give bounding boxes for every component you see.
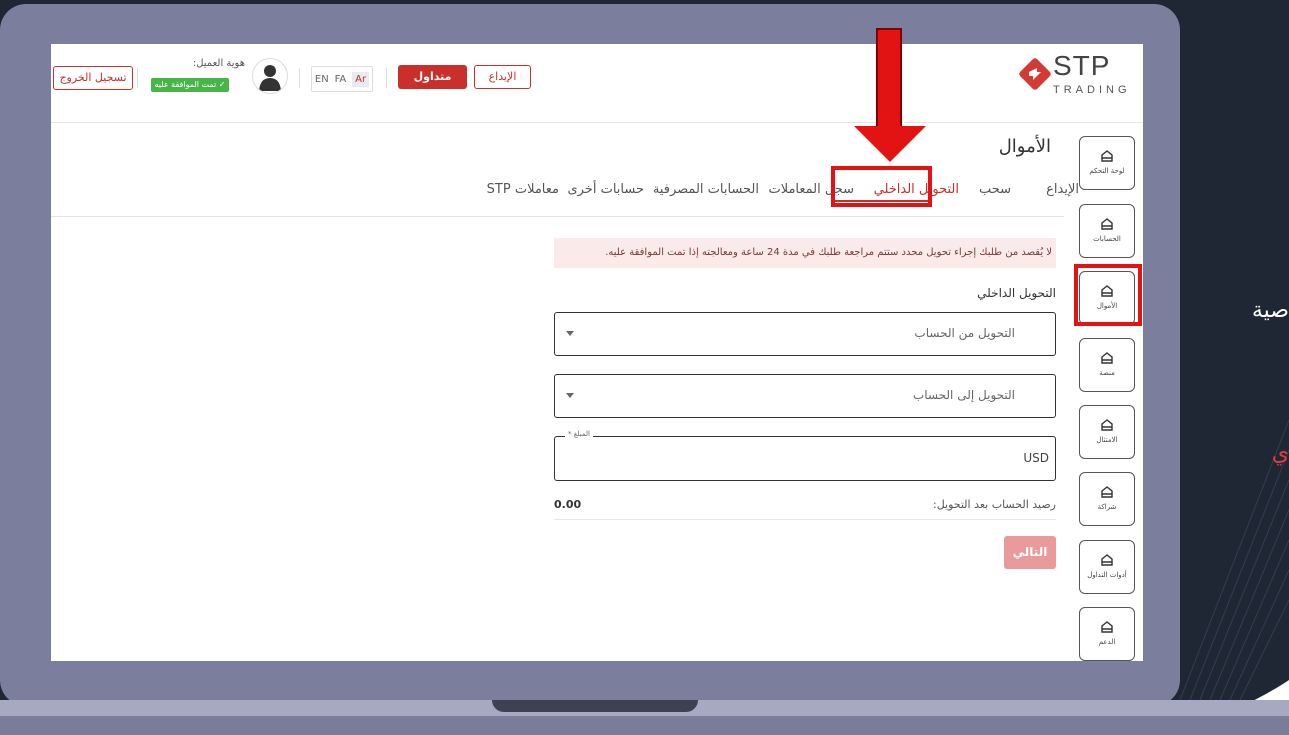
lang-en[interactable]: EN [315, 74, 329, 85]
from-account-placeholder: التحويل من الحساب [914, 326, 1015, 340]
home-icon [1101, 554, 1113, 566]
home-icon [1101, 218, 1113, 230]
check-icon: ✓ [218, 80, 226, 89]
app-screen: STP TRADING الإيداع متداول الويب EN FA A… [51, 44, 1143, 661]
header-divider [299, 68, 300, 88]
page-title: الأموال [998, 136, 1051, 157]
annotation-arrow [876, 28, 902, 128]
stp-logo[interactable]: STP TRADING [1015, 50, 1135, 104]
tab-stp-transactions[interactable]: معاملات STP [487, 182, 559, 197]
home-icon [1101, 352, 1113, 364]
home-icon [1101, 621, 1113, 633]
funds-tabs: الإيداع سحب التحويل الداخلي سجل المعاملا… [439, 172, 1079, 216]
balance-divider [554, 519, 1056, 520]
sidebar-item-label: الامتثال [1096, 436, 1118, 444]
sidebar-item-label: شراكة [1097, 503, 1117, 511]
webtrader-button[interactable]: متداول الويب [398, 65, 467, 107]
logo-stp-text: STP [1053, 50, 1111, 81]
approved-text: تمت الموافقة عليه [154, 80, 217, 89]
chevron-down-icon [566, 393, 574, 398]
balance-after-transfer-label: رصيد الحساب بعد التحويل: [932, 498, 1056, 511]
to-account-select[interactable]: التحويل إلى الحساب [554, 374, 1056, 418]
laptop-notch [492, 700, 698, 712]
balance-after-transfer-value: 0.00 [554, 498, 582, 511]
logo-trading-text: TRADING [1053, 84, 1131, 96]
deposit-button[interactable]: الإيداع [474, 65, 531, 89]
sidebar-item-label: الحسابات [1093, 235, 1121, 243]
from-account-select[interactable]: التحويل من الحساب [554, 312, 1056, 356]
sidebar-item-compliance[interactable]: الامتثال [1079, 405, 1135, 459]
section-title: التحويل الداخلي [977, 286, 1056, 300]
sidebar-item-support[interactable]: الدعم [1079, 607, 1135, 661]
sidebar-item-label: أدوات التداول [1087, 571, 1127, 579]
tab-withdraw[interactable]: سحب [979, 182, 1011, 197]
next-button[interactable]: التالي [1004, 536, 1056, 569]
to-account-placeholder: التحويل إلى الحساب [913, 388, 1015, 402]
top-bar: STP TRADING الإيداع متداول الويب EN FA A… [51, 44, 1143, 123]
highlight-funds-nav [1074, 264, 1142, 326]
lang-fa[interactable]: FA [335, 74, 347, 85]
side-text-line2: ي [1271, 441, 1289, 466]
amount-label: المبلغ * [564, 430, 593, 438]
avatar[interactable] [252, 58, 288, 94]
language-switcher: EN FA Ar [311, 66, 373, 92]
header-divider [137, 68, 138, 88]
sidebar-item-platform[interactable]: منصة [1079, 338, 1135, 392]
sidebar-item-partnership[interactable]: شراكة [1079, 472, 1135, 526]
chevron-down-icon [566, 331, 574, 336]
approved-status-badge: ✓ تمت الموافقة عليه [151, 78, 229, 92]
lang-ar[interactable]: Ar [352, 71, 370, 87]
logout-button[interactable]: تسجيل الخروج [53, 66, 133, 90]
sidebar-item-label: الدعم [1098, 638, 1116, 646]
transfer-notice: لا يُقصد من طلبك إجراء تحويل محدد ستتم م… [554, 238, 1056, 268]
stp-logo-icon [1019, 58, 1051, 90]
client-id-label: هوية العميل: [192, 58, 245, 69]
tab-other-accounts[interactable]: حسابات أخرى [567, 182, 644, 197]
sidebar-item-label: لوحة التحكم [1089, 167, 1125, 175]
header-divider [386, 68, 387, 88]
sidebar-item-label: منصة [1099, 369, 1115, 377]
home-icon [1101, 150, 1113, 162]
annotation-arrow-head [854, 126, 926, 162]
side-text-line1: صية [1251, 298, 1289, 323]
home-icon [1101, 486, 1113, 498]
user-avatar-icon [259, 65, 281, 91]
amount-currency: USD [1023, 451, 1049, 465]
amount-input[interactable]: المبلغ * USD [554, 430, 1056, 481]
highlight-internal-transfer-tab [831, 166, 932, 207]
tab-deposit[interactable]: الإيداع [1046, 182, 1079, 197]
tabs-divider [51, 216, 1064, 217]
tab-bank-accounts[interactable]: الحسابات المصرفية [653, 182, 759, 197]
sidebar-item-accounts[interactable]: الحسابات [1079, 204, 1135, 258]
home-icon [1101, 419, 1113, 431]
sidebar-item-dashboard[interactable]: لوحة التحكم [1079, 136, 1135, 190]
sidebar-item-trading-tools[interactable]: أدوات التداول [1079, 540, 1135, 594]
